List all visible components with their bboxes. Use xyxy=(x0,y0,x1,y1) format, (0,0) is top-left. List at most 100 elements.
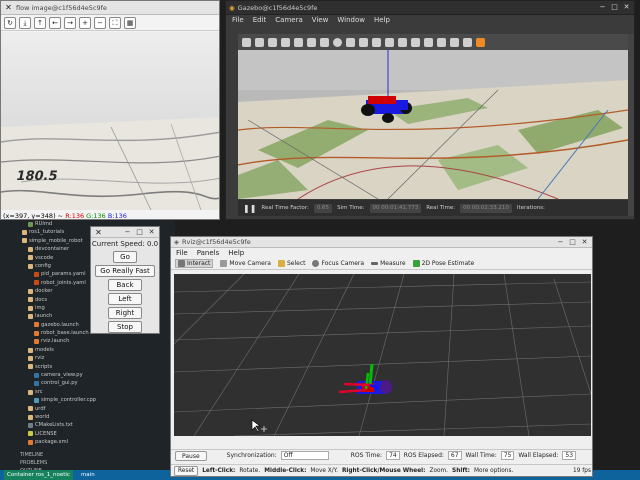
explorer-item[interactable]: LICENSE xyxy=(0,430,175,438)
file-icon xyxy=(28,364,33,370)
log-icon[interactable] xyxy=(463,37,472,47)
explorer-item[interactable]: world xyxy=(0,413,175,421)
close-icon[interactable]: ✕ xyxy=(94,228,103,237)
menu-window[interactable]: Window xyxy=(337,16,365,24)
rviz-3d-view[interactable] xyxy=(174,274,591,436)
gazebo-3d-view[interactable] xyxy=(238,50,628,199)
rviz-titlebar: ◈ Rviz@c1f56d4e5c9fe − □ ✕ xyxy=(171,237,592,248)
spot-light-icon[interactable] xyxy=(372,37,381,47)
tool-move-camera[interactable]: Move Camera xyxy=(220,260,271,267)
redo-icon[interactable] xyxy=(307,37,316,47)
left-button[interactable]: Left xyxy=(108,293,142,305)
explorer-item-label: urdf xyxy=(35,405,46,412)
scale-icon[interactable] xyxy=(281,37,290,47)
minimize-icon[interactable]: − xyxy=(123,228,132,237)
menu-panels[interactable]: Panels xyxy=(197,249,220,257)
sphere-icon[interactable] xyxy=(333,37,342,47)
explorer-item[interactable]: urdf xyxy=(0,405,175,413)
snap-icon[interactable] xyxy=(437,37,446,47)
explorer-item[interactable]: simple_controller.cpp xyxy=(0,396,175,404)
stop-button[interactable]: Stop xyxy=(108,321,142,333)
tool-select[interactable]: Select xyxy=(277,260,305,267)
screenshot-icon[interactable] xyxy=(450,37,459,47)
explorer-item[interactable]: rviz xyxy=(0,354,175,362)
right-button[interactable]: Right xyxy=(108,307,142,319)
back-button[interactable]: Back xyxy=(108,279,142,291)
close-icon[interactable]: ✕ xyxy=(4,3,13,12)
maximize-icon[interactable]: □ xyxy=(610,3,619,12)
gazebo-side-panel[interactable] xyxy=(628,34,634,216)
menu-help[interactable]: Help xyxy=(374,16,390,24)
explorer-item[interactable]: scripts xyxy=(0,363,175,371)
select-mode-icon[interactable] xyxy=(242,37,251,47)
explorer-item[interactable]: camera_view.py xyxy=(0,371,175,379)
explorer-item[interactable]: rviz.launch xyxy=(0,337,175,345)
go-button[interactable]: Go xyxy=(113,251,137,263)
explorer-item-label: simple_controller.cpp xyxy=(41,397,97,404)
maximize-icon[interactable]: □ xyxy=(135,228,144,237)
menu-edit[interactable]: Edit xyxy=(253,16,267,24)
save-icon[interactable]: ⤓ xyxy=(19,16,31,29)
point-light-icon[interactable] xyxy=(359,37,368,47)
tool-focus-camera[interactable]: Focus Camera xyxy=(312,260,364,267)
file-icon xyxy=(28,439,33,445)
sync-select[interactable]: Off xyxy=(280,451,329,460)
box-icon[interactable] xyxy=(320,37,329,47)
align-icon[interactable] xyxy=(424,37,433,47)
refresh-icon[interactable]: ↻ xyxy=(4,16,16,29)
copy-icon[interactable] xyxy=(398,37,407,47)
fps-readout: 19 fps xyxy=(573,467,591,474)
minimize-icon[interactable]: − xyxy=(556,238,565,247)
file-icon xyxy=(28,389,33,395)
explorer-item[interactable]: control_gui.py xyxy=(0,379,175,387)
minimize-icon[interactable]: − xyxy=(598,3,607,12)
menu-view[interactable]: View xyxy=(312,16,329,24)
maximize-icon[interactable]: □ xyxy=(568,238,577,247)
explorer-item[interactable]: src xyxy=(0,388,175,396)
pause-icon[interactable]: ❚❚ xyxy=(243,204,256,213)
close-icon[interactable]: ✕ xyxy=(580,238,589,247)
menu-camera[interactable]: Camera xyxy=(275,16,302,24)
explorer-item[interactable]: CMakeLists.txt xyxy=(0,421,175,429)
explorer-item-label: docker xyxy=(35,288,53,295)
arrow-left-icon[interactable]: ← xyxy=(49,16,61,29)
remote-indicator[interactable]: Container ros_1_noetic xyxy=(4,470,73,480)
go-really-fast-button[interactable]: Go Really Fast xyxy=(95,265,155,277)
menu-file[interactable]: File xyxy=(176,249,188,257)
record-icon[interactable] xyxy=(476,37,485,47)
grid-icon[interactable]: ▦ xyxy=(124,16,136,29)
menu-help[interactable]: Help xyxy=(228,249,244,257)
arrow-right-icon[interactable]: → xyxy=(64,16,76,29)
pose-estimate-icon xyxy=(412,260,420,267)
zoom-in-icon[interactable]: + xyxy=(79,16,91,29)
close-icon[interactable]: ✕ xyxy=(622,3,631,12)
fit-icon[interactable]: ⛶ xyxy=(109,16,121,29)
tool-measure[interactable]: Measure xyxy=(371,260,406,267)
hint-shift: Shift: xyxy=(452,467,470,474)
explorer-item[interactable]: package.xml xyxy=(0,438,175,446)
reset-button[interactable]: Reset xyxy=(174,465,199,476)
file-icon xyxy=(22,238,27,244)
pixel-blue: B:136 xyxy=(107,212,127,220)
explorer-section-timeline[interactable]: TIMELINE xyxy=(0,451,175,459)
explorer-section-problems[interactable]: PROBLEMS xyxy=(0,459,175,467)
directional-light-icon[interactable] xyxy=(385,37,394,47)
menu-file[interactable]: File xyxy=(232,16,244,24)
rotate-icon[interactable] xyxy=(268,37,277,47)
paste-icon[interactable] xyxy=(411,37,420,47)
pause-button[interactable]: Pause xyxy=(175,450,207,461)
undo-icon[interactable] xyxy=(294,37,303,47)
cylinder-icon[interactable] xyxy=(346,37,355,47)
tool-2d-pose-estimate[interactable]: 2D Pose Estimate xyxy=(412,260,474,267)
explorer-item-label: devcontainer xyxy=(35,246,70,253)
translate-icon[interactable] xyxy=(255,37,264,47)
hint-middle-text: Move X/Y. xyxy=(310,467,338,474)
arrow-up-icon[interactable]: ↑ xyxy=(34,16,46,29)
tool-interact[interactable]: Interact xyxy=(175,259,214,268)
camera-image[interactable]: 180.5 xyxy=(1,32,220,210)
explorer-item[interactable]: models xyxy=(0,346,175,354)
branch-indicator[interactable]: main xyxy=(81,470,95,480)
teleop-window: ✕ − □ ✕ Current Speed: 0.0 Go Go Really … xyxy=(90,226,160,334)
zoom-out-icon[interactable]: − xyxy=(94,16,106,29)
close-window-icon[interactable]: ✕ xyxy=(147,228,156,237)
